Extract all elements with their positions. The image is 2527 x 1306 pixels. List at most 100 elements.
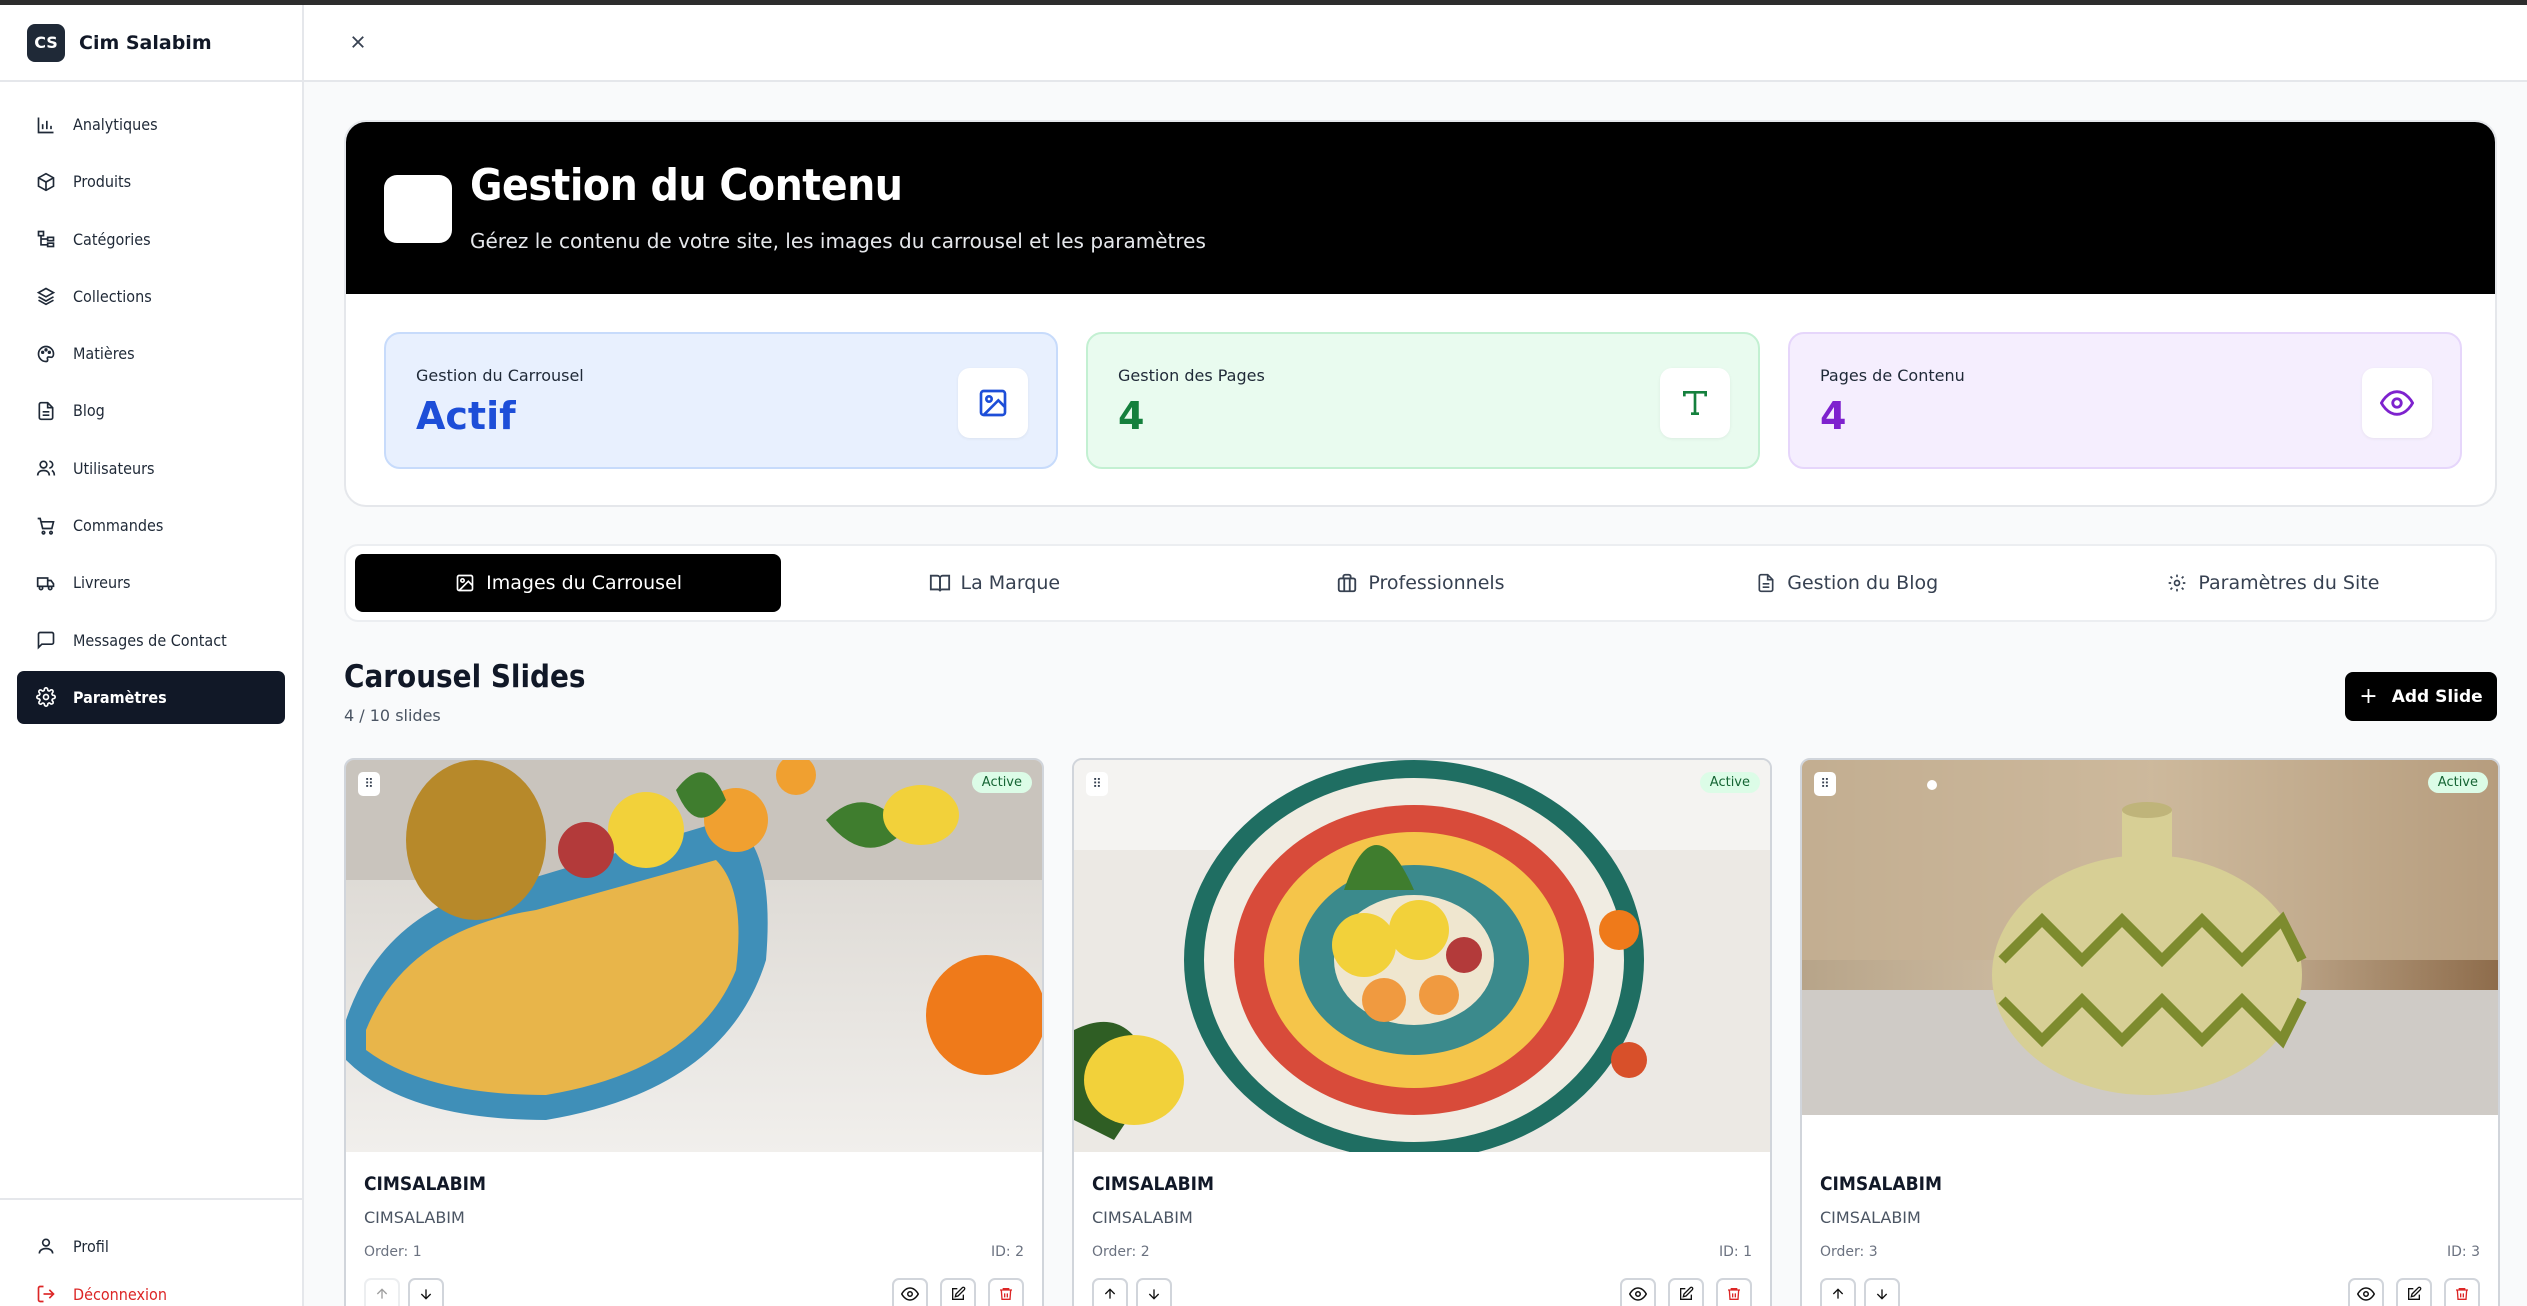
arrow-up-icon xyxy=(1830,1286,1846,1306)
sidebar-item-label: Paramètres xyxy=(73,687,167,707)
slide-title: CIMSALABIM xyxy=(1092,1173,1214,1195)
tab-label: Images du Carrousel xyxy=(486,572,683,594)
sidebar-item-label: Messages de Contact xyxy=(73,630,227,650)
sidebar-item-utilisateurs[interactable]: Utilisateurs xyxy=(17,442,285,495)
stat-value: 4 xyxy=(1820,394,1847,438)
sidebar-item-produits[interactable]: Produits xyxy=(17,155,285,208)
status-badge: Active xyxy=(1699,772,1760,793)
brand-name: Cim Salabim xyxy=(79,31,212,54)
move-down-button[interactable] xyxy=(408,1278,444,1306)
book-icon xyxy=(929,572,951,594)
layers-icon xyxy=(35,285,57,307)
tree-icon xyxy=(35,228,57,250)
sidebar-item-matieres[interactable]: Matières xyxy=(17,327,285,380)
plus-icon: + xyxy=(2359,684,2378,709)
sidebar-item-messages[interactable]: Messages de Contact xyxy=(17,614,285,667)
package-icon xyxy=(35,171,57,193)
logout-icon xyxy=(35,1283,57,1305)
brand[interactable]: CS Cim Salabim xyxy=(0,5,302,82)
move-up-button[interactable] xyxy=(1820,1278,1856,1306)
stat-label: Gestion du Carrousel xyxy=(416,366,584,385)
hero-icon xyxy=(384,175,452,243)
drag-handle[interactable]: ⠿ xyxy=(358,772,380,796)
sidebar-item-collections[interactable]: Collections xyxy=(17,270,285,323)
delete-button[interactable] xyxy=(1716,1278,1752,1306)
edit-button[interactable] xyxy=(2396,1278,2432,1306)
slide-actions xyxy=(1620,1278,1752,1306)
slide-id: ID: 3 xyxy=(2447,1244,2480,1260)
preview-button[interactable] xyxy=(1620,1278,1656,1306)
status-badge: Active xyxy=(971,772,1032,793)
sidebar-item-logout[interactable]: Déconnexion xyxy=(17,1272,285,1306)
drag-handle[interactable]: ⠿ xyxy=(1086,772,1108,796)
slide-count: 4 / 10 slides xyxy=(344,706,441,725)
sidebar-item-label: Catégories xyxy=(73,229,151,249)
edit-icon xyxy=(950,1286,966,1306)
sidebar-item-analytiques[interactable]: Analytiques xyxy=(17,98,285,151)
sidebar-item-label: Utilisateurs xyxy=(73,458,155,478)
sidebar-item-categories[interactable]: Catégories xyxy=(17,213,285,266)
slide-order: Order: 3 xyxy=(1820,1244,1878,1260)
move-down-button[interactable] xyxy=(1136,1278,1172,1306)
move-up-button[interactable] xyxy=(364,1278,400,1306)
stat-value: 4 xyxy=(1118,394,1145,438)
add-slide-button[interactable]: + Add Slide xyxy=(2345,672,2497,721)
sidebar-item-label: Collections xyxy=(73,286,152,306)
eye-icon xyxy=(2362,368,2432,438)
hero-banner: Gestion du Contenu Gérez le contenu de v… xyxy=(346,122,2495,294)
document-icon xyxy=(35,400,57,422)
tab-carousel-images[interactable]: Images du Carrousel xyxy=(355,554,782,612)
move-down-button[interactable] xyxy=(1864,1278,1900,1306)
eye-icon xyxy=(1628,1285,1648,1306)
sidebar-item-label: Déconnexion xyxy=(73,1284,167,1304)
sidebar-item-label: Matières xyxy=(73,344,135,364)
tab-professionnels[interactable]: Professionnels xyxy=(1207,554,1633,612)
stat-card-carousel: Gestion du Carrousel Actif xyxy=(384,332,1058,469)
stat-value: Actif xyxy=(416,394,516,438)
slide-image-fruit-basket: ⠿ Active xyxy=(346,760,1042,1152)
slides-grid: ⠿ Active CIMSALABIM CIMSALABIM Order: 1 … xyxy=(344,758,2500,1306)
briefcase-icon xyxy=(1336,572,1358,594)
move-up-button[interactable] xyxy=(1092,1278,1128,1306)
content-overview-card: Gestion du Contenu Gérez le contenu de v… xyxy=(344,120,2497,507)
sidebar-item-commandes[interactable]: Commandes xyxy=(17,499,285,552)
page-subtitle: Gérez le contenu de votre site, les imag… xyxy=(470,229,1206,253)
sidebar-item-label: Produits xyxy=(73,172,132,192)
sidebar-item-profil[interactable]: Profil xyxy=(17,1224,285,1268)
tab-gestion-blog[interactable]: Gestion du Blog xyxy=(1634,554,2060,612)
eye-icon xyxy=(2356,1285,2376,1306)
preview-button[interactable] xyxy=(2348,1278,2384,1306)
close-icon xyxy=(349,33,367,55)
document-icon xyxy=(1755,572,1777,594)
delete-button[interactable] xyxy=(988,1278,1024,1306)
delete-button[interactable] xyxy=(2444,1278,2480,1306)
edit-button[interactable] xyxy=(940,1278,976,1306)
slide-subtitle: CIMSALABIM xyxy=(364,1208,465,1227)
image-icon xyxy=(958,368,1028,438)
arrow-down-icon xyxy=(1874,1286,1890,1306)
sidebar-item-label: Blog xyxy=(73,401,105,421)
sidebar-item-blog[interactable]: Blog xyxy=(17,384,285,437)
tab-parametres-site[interactable]: Paramètres du Site xyxy=(2060,554,2486,612)
tab-label: La Marque xyxy=(960,572,1061,594)
edit-icon xyxy=(1678,1286,1694,1306)
truck-icon xyxy=(35,572,57,594)
edit-button[interactable] xyxy=(1668,1278,1704,1306)
sidebar-item-parametres[interactable]: Paramètres xyxy=(17,670,285,724)
close-sidebar-button[interactable] xyxy=(344,30,372,58)
drag-handle[interactable]: ⠿ xyxy=(1814,772,1836,796)
main-content: Gestion du Contenu Gérez le contenu de v… xyxy=(304,82,2527,1306)
preview-button[interactable] xyxy=(892,1278,928,1306)
sidebar-item-label: Profil xyxy=(73,1236,109,1256)
tab-label: Gestion du Blog xyxy=(1787,572,1939,594)
slide-card: ⠿ Active CIMSALABIM CIMSALABIM Order: 3 … xyxy=(1800,758,2500,1306)
image-icon xyxy=(454,572,476,594)
gear-icon xyxy=(2166,572,2188,594)
section-title: Carousel Slides xyxy=(344,659,586,695)
sidebar-item-livreurs[interactable]: Livreurs xyxy=(17,556,285,609)
trash-icon xyxy=(1726,1286,1742,1306)
arrow-down-icon xyxy=(1146,1286,1162,1306)
stat-label: Pages de Contenu xyxy=(1820,366,1965,385)
brand-logo: CS xyxy=(27,23,65,62)
tab-la-marque[interactable]: La Marque xyxy=(781,554,1207,612)
